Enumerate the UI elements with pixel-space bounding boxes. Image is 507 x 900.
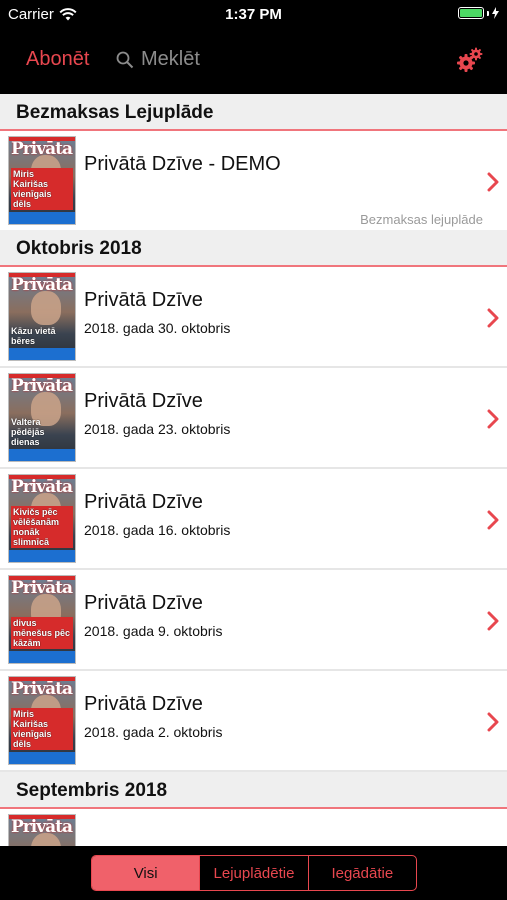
bottom-toolbar: Visi Lejuplādētie Iegādātie (0, 846, 507, 900)
search-field[interactable]: Meklēt (116, 48, 200, 71)
issue-row[interactable]: Privāta (0, 809, 507, 846)
issue-cover-image: Privāta (8, 814, 76, 846)
issue-date: 2018. gada 23. oktobris (84, 421, 231, 437)
search-placeholder: Meklēt (141, 48, 200, 70)
issue-title: Privātā Dzīve - DEMO (84, 153, 281, 175)
issue-cover-image: Privāta Kivičs pēc vēlēšanām nonāk slimn… (8, 474, 76, 563)
issue-title: Privātā Dzīve (84, 592, 203, 614)
gear-icon[interactable] (455, 45, 485, 75)
issue-date: 2018. gada 16. oktobris (84, 522, 231, 538)
subscribe-button[interactable]: Abonēt (26, 48, 89, 71)
issue-list[interactable]: Bezmaksas Lejuplāde Privāta Miris Kairiš… (0, 94, 507, 846)
section-header-september-2018: Septembris 2018 (0, 772, 507, 809)
issue-row[interactable]: Privāta Miris Kairišas vienīgais dēls Pr… (0, 671, 507, 772)
chevron-right-icon (487, 409, 499, 429)
issue-title: Privātā Dzīve (84, 390, 203, 412)
chevron-right-icon (487, 712, 499, 732)
segment-purchased[interactable]: Iegādātie (307, 856, 416, 890)
issue-title: Privātā Dzīve (84, 491, 203, 513)
issue-date: 2018. gada 9. oktobris (84, 623, 223, 639)
issue-row[interactable]: Privāta Kivičs pēc vēlēšanām nonāk slimn… (0, 469, 507, 570)
status-bar: Carrier 1:37 PM (0, 0, 507, 28)
chevron-right-icon (487, 308, 499, 328)
issue-cover-image: Privāta divus mēnešus pēc kāzām (8, 575, 76, 664)
chevron-right-icon (487, 172, 499, 192)
issue-row[interactable]: Privāta Kāzu vietā bēres Privātā Dzīve 2… (0, 267, 507, 368)
issue-cover-image: Privāta Valtera pēdējās dienas (8, 373, 76, 462)
section-header-free: Bezmaksas Lejuplāde (0, 94, 507, 131)
segment-all[interactable]: Visi (92, 856, 200, 890)
issue-cover-image: Privāta Kāzu vietā bēres (8, 272, 76, 361)
chevron-right-icon (487, 611, 499, 631)
filter-segmented-control[interactable]: Visi Lejuplādētie Iegādātie (91, 855, 417, 891)
battery-icon (458, 7, 499, 19)
free-download-label: Bezmaksas lejuplāde (360, 212, 483, 227)
issue-title: Privātā Dzīve (84, 693, 203, 715)
status-time: 1:37 PM (225, 6, 282, 23)
issue-cover-image: Privāta Miris Kairišas vienīgais dēls (8, 136, 76, 225)
chevron-right-icon (487, 510, 499, 530)
search-icon (116, 51, 134, 68)
issue-date: 2018. gada 30. oktobris (84, 320, 231, 336)
issue-title: Privātā Dzīve (84, 289, 203, 311)
issue-date: 2018. gada 2. oktobris (84, 724, 223, 740)
issue-row[interactable]: Privāta Valtera pēdējās dienas Privātā D… (0, 368, 507, 469)
issue-row[interactable]: Privāta divus mēnešus pēc kāzām Privātā … (0, 570, 507, 671)
segment-downloaded[interactable]: Lejuplādētie (199, 856, 307, 890)
issue-cover-image: Privāta Miris Kairišas vienīgais dēls (8, 676, 76, 765)
issue-row[interactable]: Privāta Miris Kairišas vienīgais dēls Pr… (0, 131, 507, 230)
navigation-bar: Abonēt Meklēt (0, 28, 507, 94)
charging-bolt-icon (492, 7, 499, 19)
section-header-october-2018: Oktobris 2018 (0, 230, 507, 267)
